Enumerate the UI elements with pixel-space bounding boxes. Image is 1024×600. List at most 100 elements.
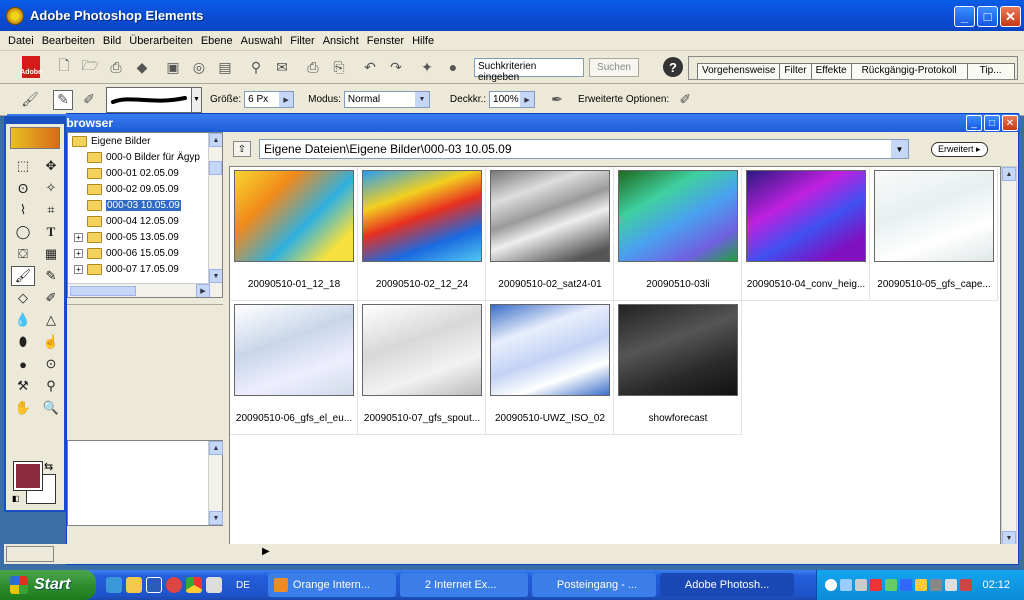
tab-tips[interactable]: Tip... [966, 63, 1015, 79]
thumbnail-item[interactable]: 20090510-02_12_24 [358, 167, 486, 301]
thumbnail-image[interactable] [362, 304, 482, 396]
tab-effekte[interactable]: Effekte [810, 63, 852, 79]
open-file-icon[interactable]: 🗁 [80, 57, 100, 77]
crop-tool-icon[interactable]: ⌗ [39, 200, 63, 220]
paint-bucket-tool-icon[interactable]: ⛋ [11, 244, 35, 264]
minimize-button[interactable]: _ [954, 6, 975, 27]
tree-vertical-scrollbar[interactable]: ▲ ▼ [208, 133, 222, 297]
menu-ansicht[interactable]: Ansicht [319, 35, 363, 47]
clock[interactable]: 02:12 [982, 579, 1010, 591]
size-field[interactable]: 6 Px ▶ [244, 91, 295, 108]
quickfix-icon[interactable]: ✦ [417, 57, 437, 77]
search-button[interactable]: Suchen [589, 57, 639, 77]
desktop-quicklaunch-icon[interactable] [206, 577, 222, 593]
brush-dropdown[interactable]: ▼ [192, 86, 202, 113]
meta-scrollbar[interactable]: ▲ ▼ [208, 441, 223, 525]
maximize-button[interactable]: □ [977, 6, 998, 27]
security-tray-icon[interactable] [870, 579, 882, 591]
status-arrow-icon[interactable]: ▶ [262, 546, 270, 557]
advanced-options-icon[interactable]: ✐ [675, 90, 695, 110]
burn-tool-icon[interactable]: ● [11, 354, 35, 374]
tree-horizontal-scrollbar[interactable]: ▶ [68, 283, 210, 297]
save-web-icon[interactable]: ◎ [189, 57, 209, 77]
display-tray-icon[interactable] [945, 579, 957, 591]
attach-icon[interactable]: ⚲ [246, 57, 266, 77]
tab-history[interactable]: Rückgängig-Protokoll [850, 63, 968, 79]
impressionist-brush-icon[interactable]: ✐ [79, 90, 99, 110]
opacity-arrow-icon[interactable]: ▶ [520, 92, 535, 107]
thumbnail-item[interactable]: showforecast [614, 301, 742, 435]
brush-tool-icon[interactable]: 🖌 [20, 90, 40, 110]
lasso-tool-icon[interactable]: ʘ [11, 178, 35, 198]
scroll-right-icon[interactable]: ▶ [196, 284, 210, 297]
mode-select[interactable]: Normal ▼ [343, 91, 430, 108]
hscroll-thumb[interactable] [70, 286, 136, 296]
zoom-tool-icon[interactable]: 🔍 [39, 398, 63, 418]
path-arrow-icon[interactable]: ▼ [891, 140, 908, 158]
print-preview-icon[interactable]: ⎘ [329, 57, 349, 77]
messenger-tray-icon[interactable] [915, 579, 927, 591]
menu-hilfe[interactable]: Hilfe [408, 35, 438, 47]
thumbnail-image[interactable] [874, 170, 994, 262]
start-button[interactable]: Start [0, 570, 96, 600]
hand-tool-icon[interactable]: ✋ [11, 398, 35, 418]
advanced-button[interactable]: Erweitert ▸ [931, 141, 988, 157]
opacity-field[interactable]: 100% ▶ [489, 91, 536, 108]
redo-icon[interactable]: ↷ [386, 57, 406, 77]
grid-scroll-up-icon[interactable]: ▲ [1002, 167, 1016, 181]
scroll-down-icon[interactable]: ▼ [209, 269, 222, 283]
thumbnail-image[interactable] [234, 170, 354, 262]
impressionist-brush-tool-icon[interactable]: ✐ [39, 288, 63, 308]
menu-fenster[interactable]: Fenster [363, 35, 408, 47]
thumbnail-image[interactable] [490, 170, 610, 262]
tree-folder-item[interactable]: Eigene Bilder [70, 133, 222, 149]
tablet-options-icon[interactable]: ✒ [547, 90, 567, 110]
eyedropper-tool-icon[interactable]: ⚲ [39, 376, 63, 396]
volume-tray-icon[interactable] [930, 579, 942, 591]
pencil-tool-icon[interactable]: ✎ [39, 266, 63, 286]
menu-ebene[interactable]: Ebene [197, 35, 237, 47]
taskbar-task-button[interactable]: Posteingang - ... [531, 573, 656, 597]
scroll-up-icon[interactable]: ▲ [209, 133, 222, 147]
chrome-quicklaunch-icon[interactable] [186, 577, 202, 593]
menu-ueberarbeiten[interactable]: Überarbeiten [125, 35, 197, 47]
taskbar-task-button[interactable]: Adobe Photosh... [659, 573, 794, 597]
thumbnail-item[interactable]: 20090510-03li [614, 167, 742, 301]
save-icon[interactable]: ▣ [163, 57, 183, 77]
brush-preview[interactable] [106, 86, 192, 113]
clone-stamp-tool-icon[interactable]: ⚒ [11, 376, 35, 396]
marquee-tool-icon[interactable]: ⬚ [11, 156, 35, 176]
fb-minimize-button[interactable]: _ [966, 115, 982, 131]
word-quicklaunch-icon[interactable] [146, 577, 162, 593]
sponge-tool-icon[interactable]: ⬮ [11, 332, 35, 352]
network2-tray-icon[interactable] [855, 579, 867, 591]
selection-brush-tool-icon[interactable]: ⌇ [11, 200, 35, 220]
taskbar-task-button[interactable]: 2 Internet Ex... [399, 573, 528, 597]
thumbnail-image[interactable] [362, 170, 482, 262]
tree-expand-icon[interactable]: + [74, 264, 83, 274]
thumbnail-item[interactable]: 20090510-06_gfs_el_eu... [230, 301, 358, 435]
meta-scroll-down-icon[interactable]: ▼ [209, 511, 223, 525]
menu-datei[interactable]: Datei [4, 35, 38, 47]
close-button[interactable]: ✕ [1000, 6, 1021, 27]
path-select[interactable]: Eigene Dateien\Eigene Bilder\000-03 10.0… [259, 139, 909, 159]
media-quicklaunch-icon[interactable] [166, 577, 182, 593]
tree-folder-item[interactable]: 000-01 02.05.09 [70, 165, 222, 181]
folder-up-button[interactable]: ⇧ [233, 141, 251, 157]
foreground-color-swatch[interactable] [13, 461, 43, 491]
undo-icon[interactable]: ↶ [360, 57, 380, 77]
smudge-tool-icon[interactable]: ☝ [39, 332, 63, 352]
tree-expand-icon[interactable]: + [74, 232, 83, 242]
thumbnail-item[interactable]: 20090510-01_12_18 [230, 167, 358, 301]
menu-bearbeiten[interactable]: Bearbeiten [38, 35, 99, 47]
bluetooth-tray-icon[interactable] [900, 579, 912, 591]
tree-folder-item[interactable]: +000-05 13.05.09 [70, 229, 222, 245]
tree-folder-item[interactable]: +000-06 15.05.09 [70, 245, 222, 261]
default-colors-icon[interactable]: ◧ [12, 494, 20, 503]
menu-filter[interactable]: Filter [286, 35, 318, 47]
tray-arrow-icon[interactable] [825, 579, 837, 591]
email-icon[interactable]: ✉ [272, 57, 292, 77]
sharpen-tool-icon[interactable]: △ [39, 310, 63, 330]
swap-colors-icon[interactable]: ⇆ [44, 460, 53, 473]
size-arrow-icon[interactable]: ▶ [279, 92, 294, 107]
